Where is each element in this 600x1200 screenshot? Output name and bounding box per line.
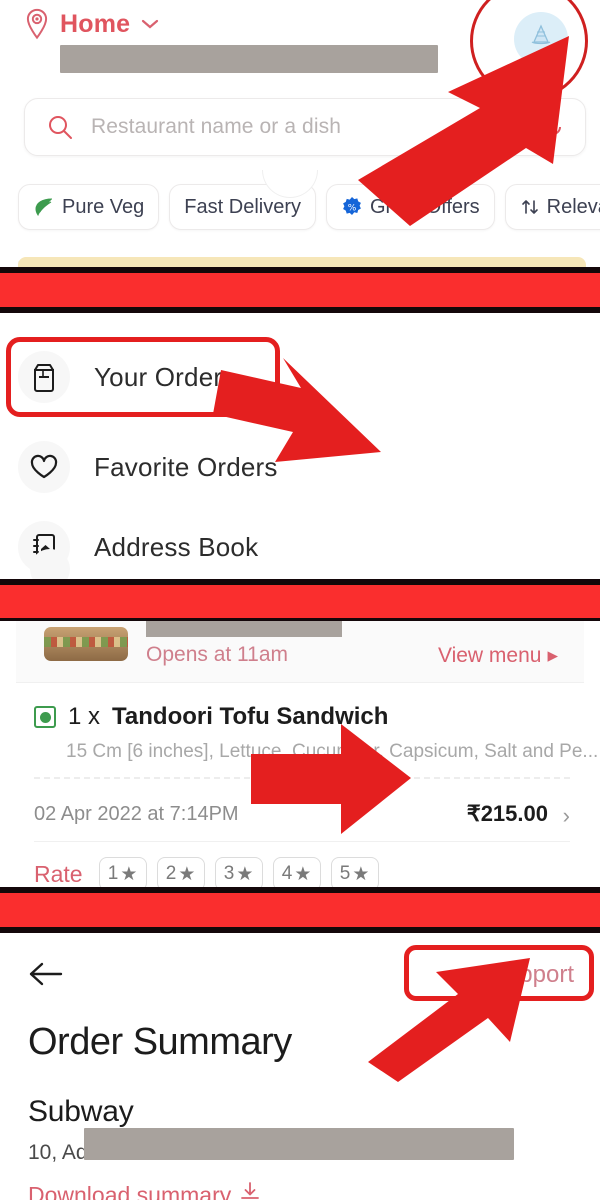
redacted-address bbox=[84, 1128, 514, 1160]
order-datetime: 02 Apr 2022 at 7:14PM bbox=[34, 803, 239, 825]
view-menu-link[interactable]: View menu ▸ bbox=[438, 643, 558, 668]
divider bbox=[34, 841, 570, 842]
partial-menu-icon bbox=[30, 549, 70, 579]
star-icon: ★ bbox=[294, 863, 312, 885]
download-icon bbox=[239, 1181, 261, 1200]
restaurant-header[interactable]: Opens at 11am View menu ▸ bbox=[16, 621, 584, 683]
star-icon: ★ bbox=[178, 863, 196, 885]
veg-indicator-icon bbox=[34, 706, 56, 728]
download-summary-link[interactable]: Download summary bbox=[28, 1181, 261, 1200]
menu-item-label: Address Book bbox=[94, 531, 259, 562]
annotation-arrow-order-price bbox=[251, 724, 411, 834]
chip-label: Pure Veg bbox=[62, 195, 145, 218]
order-price: ₹215.00 bbox=[466, 801, 548, 826]
rate-1-star-button[interactable]: 1 ★ bbox=[98, 857, 147, 887]
chevron-down-icon[interactable] bbox=[138, 18, 160, 30]
item-quantity: 1 x bbox=[68, 703, 101, 730]
search-placeholder: Restaurant name or a dish bbox=[91, 115, 341, 138]
location-label: Home bbox=[60, 9, 131, 38]
chevron-right-icon[interactable]: › bbox=[563, 803, 570, 829]
star-icon: ★ bbox=[236, 863, 254, 885]
chevron-right-icon: ▸ bbox=[547, 644, 558, 667]
download-summary-label: Download summary bbox=[28, 1181, 232, 1200]
search-icon bbox=[25, 114, 73, 140]
annotation-arrow-avatar bbox=[358, 36, 569, 226]
annotation-arrow-your-orders bbox=[213, 358, 381, 462]
rate-order-row: Rate 1 ★ 2 ★ 3 ★ 4 ★ 5 ★ bbox=[34, 857, 379, 887]
location-pin-icon bbox=[22, 8, 52, 40]
page-title: Order Summary bbox=[28, 1021, 292, 1063]
restaurant-thumbnail bbox=[44, 627, 128, 661]
restaurant-status: Opens at 11am bbox=[146, 643, 289, 666]
rate-3-star-button[interactable]: 3 ★ bbox=[214, 857, 263, 887]
star-icon: ★ bbox=[120, 863, 138, 885]
chip-label: Fast Delivery bbox=[184, 195, 301, 218]
separator-band-2 bbox=[0, 585, 600, 619]
location-selector[interactable]: Home bbox=[22, 8, 160, 40]
separator-band-1 bbox=[0, 273, 600, 307]
rate-2-star-button[interactable]: 2 ★ bbox=[156, 857, 205, 887]
rate-4-star-button[interactable]: 4 ★ bbox=[272, 857, 321, 887]
rate-label: Rate bbox=[34, 860, 83, 887]
star-icon: ★ bbox=[352, 863, 370, 885]
tutorial-screenshot: Home Restaurant name or a dish Pure Veg … bbox=[0, 0, 600, 1200]
separator-band-3 bbox=[0, 893, 600, 927]
redacted-restaurant-name bbox=[146, 621, 342, 637]
banner-strip bbox=[18, 257, 586, 267]
leaf-icon bbox=[33, 196, 55, 218]
chip-pure-veg[interactable]: Pure Veg bbox=[18, 184, 160, 230]
rate-5-star-button[interactable]: 5 ★ bbox=[330, 857, 379, 887]
annotation-arrow-support bbox=[368, 958, 530, 1082]
restaurant-name: Subway bbox=[28, 1095, 134, 1128]
heart-icon bbox=[18, 441, 70, 493]
view-menu-label: View menu bbox=[437, 643, 542, 667]
